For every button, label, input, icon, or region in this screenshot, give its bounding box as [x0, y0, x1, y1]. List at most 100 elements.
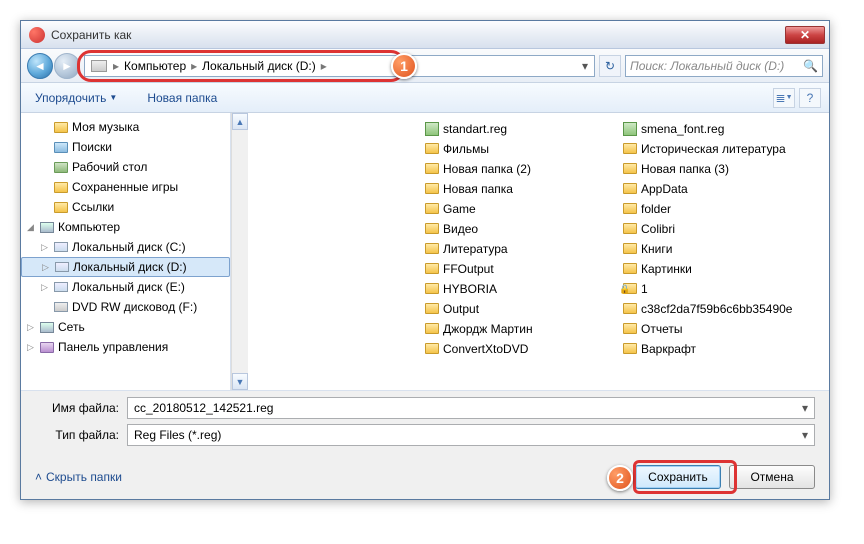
nav-tree[interactable]: Моя музыка Поиски Рабочий стол Сохраненн… [21, 113, 231, 390]
file-item[interactable]: ConvertXtoDVD [425, 339, 623, 358]
new-folder-label: Новая папка [147, 91, 217, 105]
folder-icon [425, 303, 439, 314]
file-item[interactable]: AppData [623, 179, 821, 198]
file-item[interactable]: Картинки [623, 259, 821, 278]
forward-button[interactable]: ► [54, 53, 80, 79]
help-button[interactable]: ? [799, 88, 821, 108]
file-name: Литература [443, 242, 508, 256]
file-item[interactable]: Фильмы [425, 139, 623, 158]
breadcrumb-computer[interactable]: Компьютер [121, 59, 189, 73]
file-name: FFOutput [443, 262, 494, 276]
folder-icon [623, 343, 637, 354]
breadcrumb-disk-d[interactable]: Локальный диск (D:) [199, 59, 319, 73]
tree-item-disk-d[interactable]: ▷Локальный диск (D:) [21, 257, 230, 277]
file-item[interactable]: Историческая литература [623, 139, 821, 158]
tree-item-disk-e[interactable]: ▷Локальный диск (E:) [21, 277, 230, 297]
nav-buttons: ◄ ► [27, 53, 80, 79]
tree-scrollbar[interactable]: ▲ ▼ [231, 113, 248, 390]
file-name: Отчеты [641, 322, 682, 336]
file-item[interactable]: standart.reg [425, 119, 623, 138]
address-bar[interactable]: ▸ Компьютер ▸ Локальный диск (D:) ▸ ▾ [84, 55, 595, 77]
tree-item-desktop[interactable]: Рабочий стол [21, 157, 230, 177]
breadcrumb-dropdown[interactable]: ▾ [578, 59, 592, 73]
file-item[interactable]: 1 [623, 279, 821, 298]
chevron-right-icon: ▸ [191, 59, 197, 73]
file-item[interactable]: Варкрафт [623, 339, 821, 358]
filetype-label: Тип файла: [35, 428, 127, 442]
tree-item-network[interactable]: ▷Сеть [21, 317, 230, 337]
tree-item-links[interactable]: Ссылки [21, 197, 230, 217]
tree-item-searches[interactable]: Поиски [21, 137, 230, 157]
folder-icon [623, 183, 637, 194]
footer: ˄ Скрыть папки Сохранить Отмена [21, 457, 829, 499]
cancel-button[interactable]: Отмена [729, 465, 815, 489]
scroll-up-button[interactable]: ▲ [232, 113, 248, 130]
file-item[interactable]: Новая папка (3) [623, 159, 821, 178]
annotation-marker-1: 1 [391, 53, 417, 79]
chevron-up-icon: ˄ [35, 470, 42, 484]
tree-item-mymusic[interactable]: Моя музыка [21, 117, 230, 137]
refresh-button[interactable]: ↻ [599, 55, 621, 77]
folder-icon [425, 223, 439, 234]
file-item[interactable]: Output [425, 299, 623, 318]
file-item[interactable]: Новая папка [425, 179, 623, 198]
search-input[interactable]: Поиск: Локальный диск (D:) 🔍 [625, 55, 823, 77]
tree-item-savedgames[interactable]: Сохраненные игры [21, 177, 230, 197]
folder-icon [425, 343, 439, 354]
window-title: Сохранить как [51, 28, 785, 42]
chevron-down-icon[interactable]: ▾ [802, 401, 808, 415]
filetype-select[interactable]: Reg Files (*.reg) ▾ [127, 424, 815, 446]
file-name: Книги [641, 242, 672, 256]
back-button[interactable]: ◄ [27, 53, 53, 79]
file-item[interactable]: smena_font.reg [623, 119, 821, 138]
file-name: Output [443, 302, 479, 316]
file-item[interactable]: Литература [425, 239, 623, 258]
tree-item-disk-c[interactable]: ▷Локальный диск (C:) [21, 237, 230, 257]
file-item[interactable]: c38cf2da7f59b6c6bb35490e [623, 299, 821, 318]
file-item[interactable]: HYBORIA [425, 279, 623, 298]
new-folder-button[interactable]: Новая папка [141, 91, 223, 105]
organize-button[interactable]: Упорядочить ▼ [29, 91, 123, 105]
file-item[interactable]: Видео [425, 219, 623, 238]
folder-icon [425, 263, 439, 274]
tree-item-control-panel[interactable]: ▷Панель управления [21, 337, 230, 357]
dialog-body: Моя музыка Поиски Рабочий стол Сохраненн… [21, 113, 829, 390]
file-item[interactable]: Книги [623, 239, 821, 258]
tree-label: Сеть [58, 320, 85, 334]
file-name: HYBORIA [443, 282, 497, 296]
file-item[interactable]: Отчеты [623, 319, 821, 338]
file-name: smena_font.reg [641, 122, 724, 136]
file-item[interactable]: Новая папка (2) [425, 159, 623, 178]
file-name: Видео [443, 222, 478, 236]
reg-file-icon [425, 122, 439, 136]
file-name: Фильмы [443, 142, 489, 156]
hide-folders-toggle[interactable]: ˄ Скрыть папки [35, 470, 122, 484]
file-name: folder [641, 202, 671, 216]
save-as-dialog: Сохранить как ✕ ◄ ► ▸ Компьютер ▸ Локаль… [20, 20, 830, 500]
save-button[interactable]: Сохранить [635, 465, 721, 489]
file-item[interactable]: folder [623, 199, 821, 218]
folder-icon [425, 143, 439, 154]
folder-icon [425, 243, 439, 254]
close-button[interactable]: ✕ [785, 26, 825, 44]
folder-icon [425, 203, 439, 214]
folder-icon [425, 163, 439, 174]
file-item[interactable]: Джордж Мартин [425, 319, 623, 338]
tree-item-computer[interactable]: ◢Компьютер [21, 217, 230, 237]
file-name: Историческая литература [641, 142, 786, 156]
file-list[interactable]: standart.reg Фильмы Новая папка (2)Новая п… [417, 113, 829, 390]
annotation-marker-2: 2 [607, 465, 633, 491]
chevron-down-icon[interactable]: ▾ [802, 428, 808, 442]
file-item[interactable]: FFOutput [425, 259, 623, 278]
folder-icon [623, 203, 637, 214]
folder-icon [623, 163, 637, 174]
filetype-value: Reg Files (*.reg) [134, 428, 221, 442]
scroll-down-button[interactable]: ▼ [232, 373, 248, 390]
filename-input[interactable]: cc_20180512_142521.reg ▾ [127, 397, 815, 419]
view-mode-button[interactable]: ≣▼ [773, 88, 795, 108]
tree-item-dvd[interactable]: DVD RW дисковод (F:) [21, 297, 230, 317]
folder-icon [623, 323, 637, 334]
file-item[interactable]: Game [425, 199, 623, 218]
file-item[interactable]: Colibri [623, 219, 821, 238]
chevron-right-icon: ▸ [321, 59, 327, 73]
